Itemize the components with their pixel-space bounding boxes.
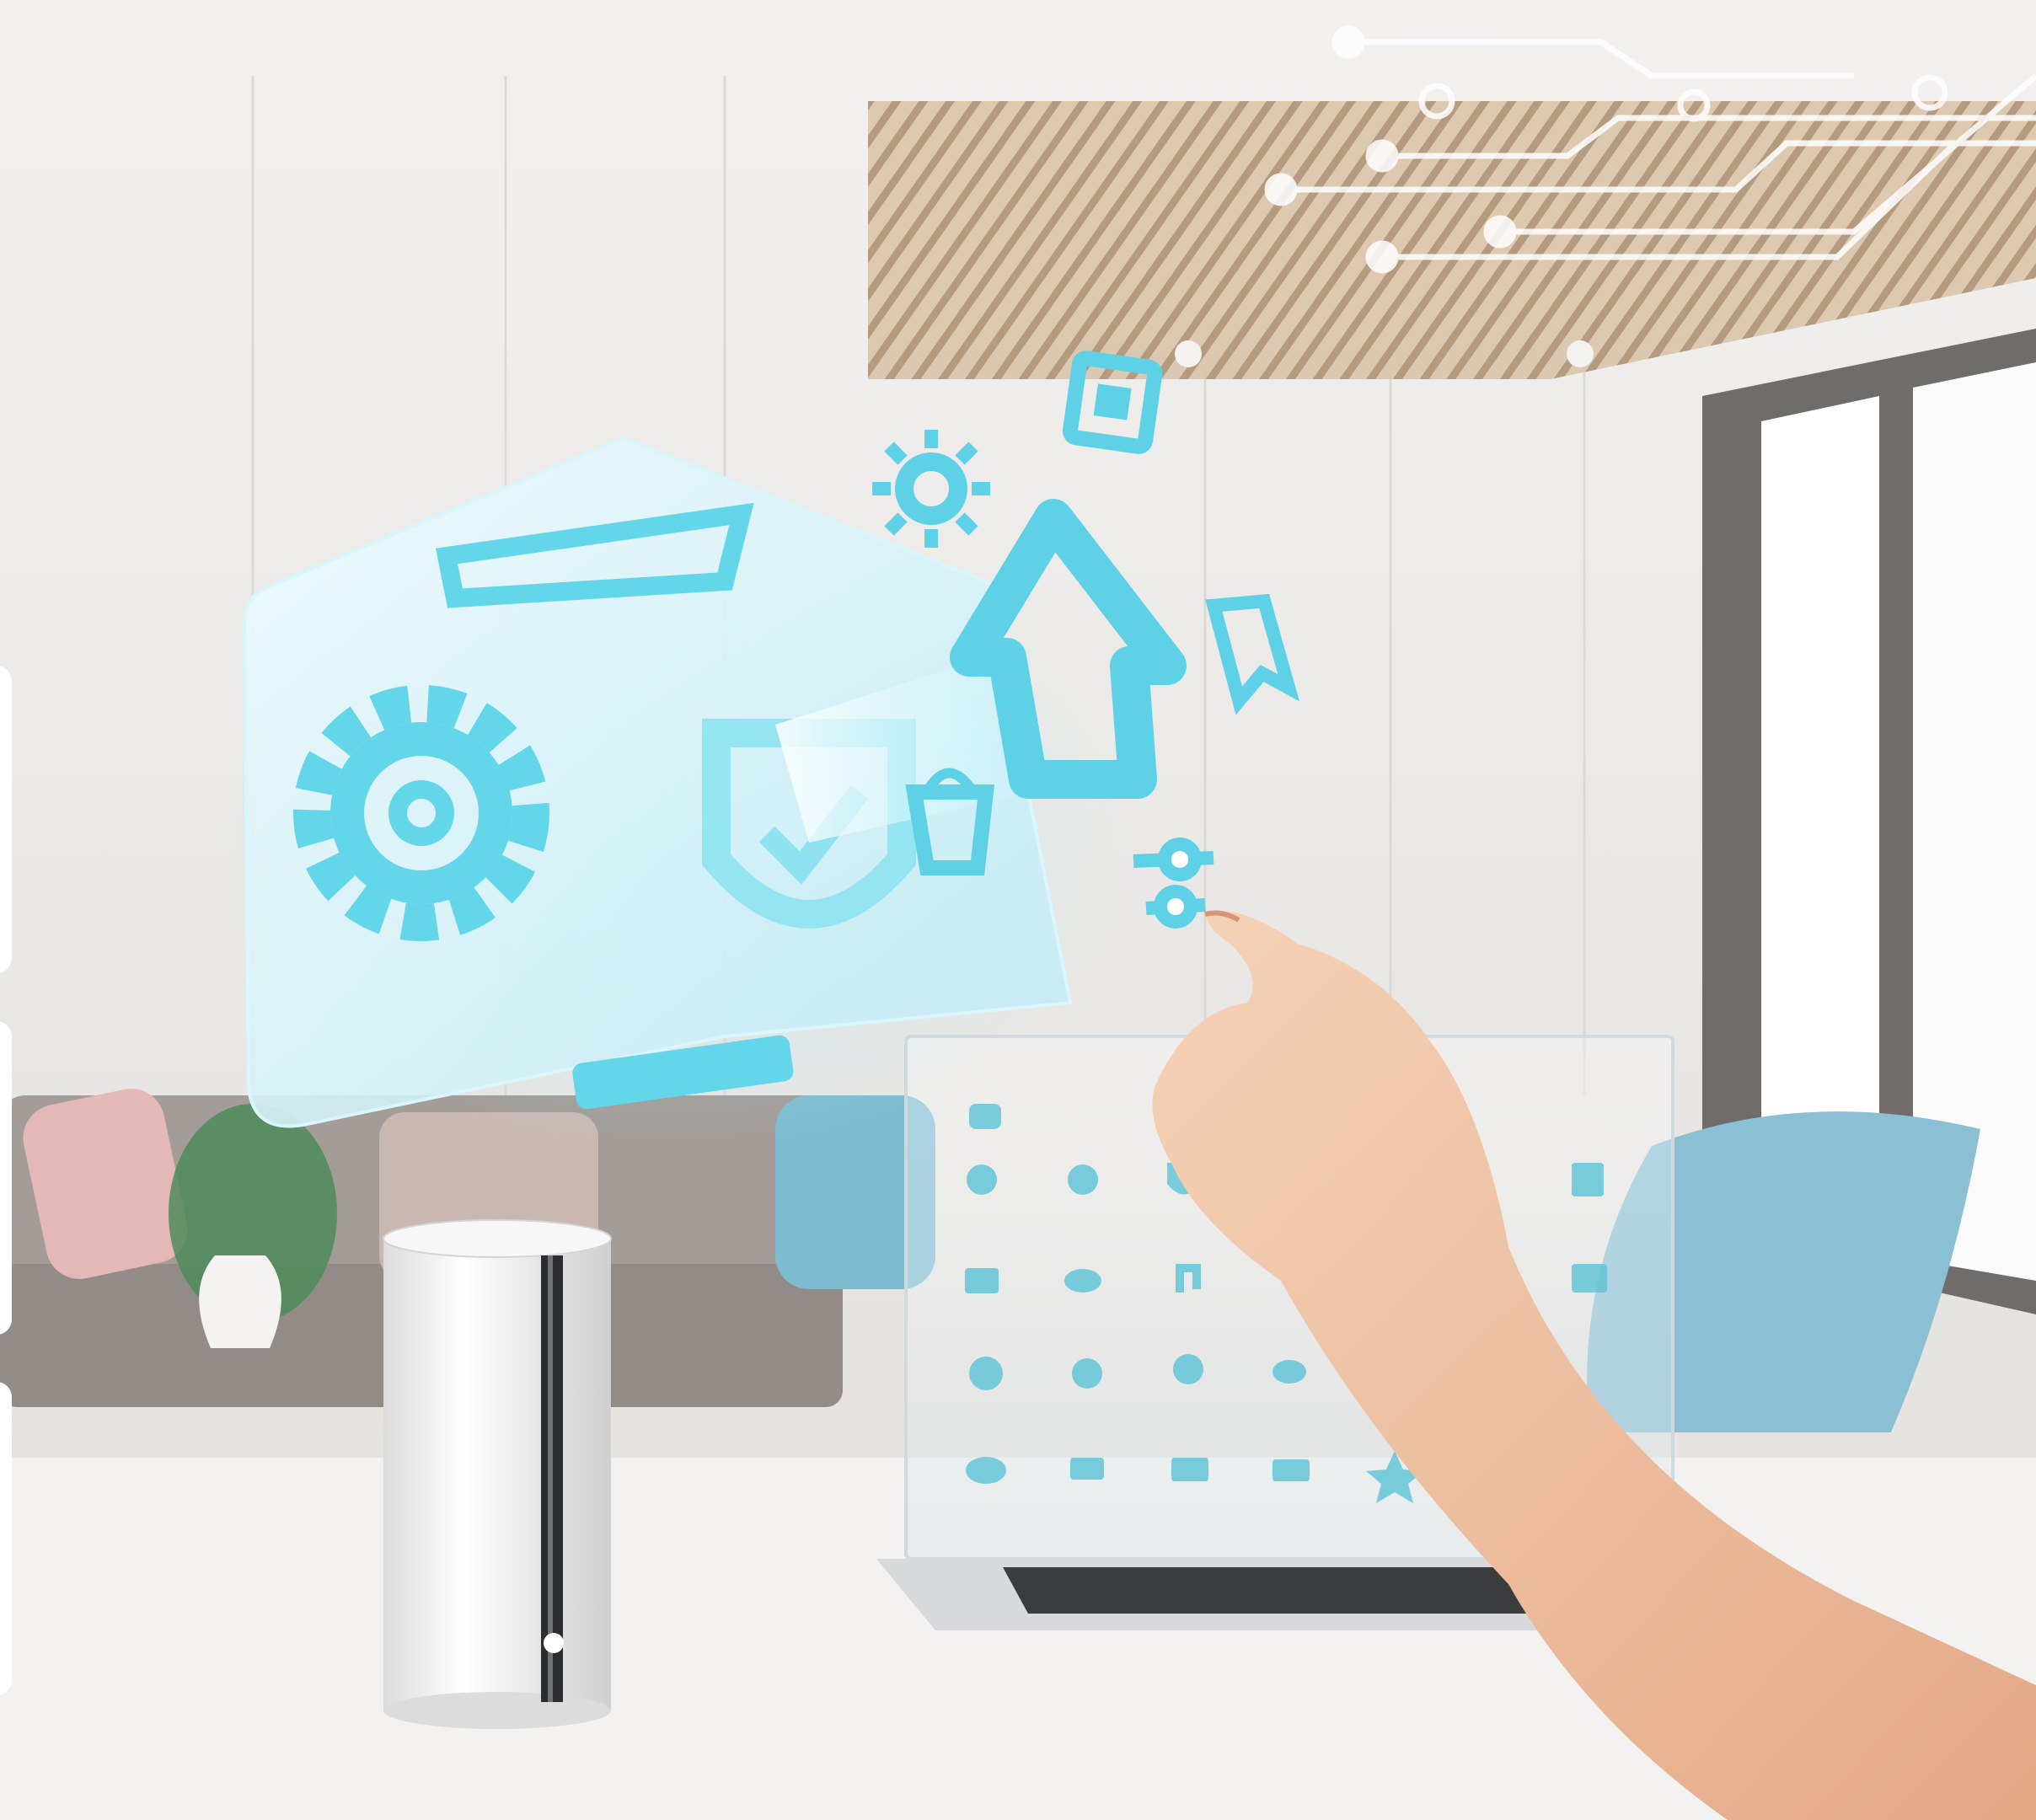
power-icon: [969, 1104, 1001, 1129]
smart-home-scene: [0, 0, 2036, 1820]
key-icon: [1068, 1164, 1098, 1195]
user-icon: [967, 1164, 997, 1195]
edge-card-top[interactable]: [0, 666, 12, 973]
folder-icon: [1572, 1264, 1607, 1293]
edge-card-bottom[interactable]: [0, 1382, 12, 1695]
cloud-icon: [966, 1457, 1006, 1484]
cart-icon: [1070, 1458, 1104, 1480]
gamepad-icon: [1064, 1269, 1101, 1293]
equalizer-icon: [1572, 1163, 1604, 1196]
edge-card-middle[interactable]: [0, 1021, 12, 1335]
leaf-icon: [1272, 1360, 1306, 1384]
smart-hub-device: [383, 1219, 612, 1729]
monitor-icon: [965, 1268, 999, 1293]
bulb-icon: [1173, 1354, 1203, 1384]
sun-icon: [969, 1357, 1003, 1390]
truck-icon: [1171, 1458, 1208, 1481]
image-icon: [1272, 1459, 1310, 1481]
snowflake-icon: [1072, 1358, 1102, 1389]
